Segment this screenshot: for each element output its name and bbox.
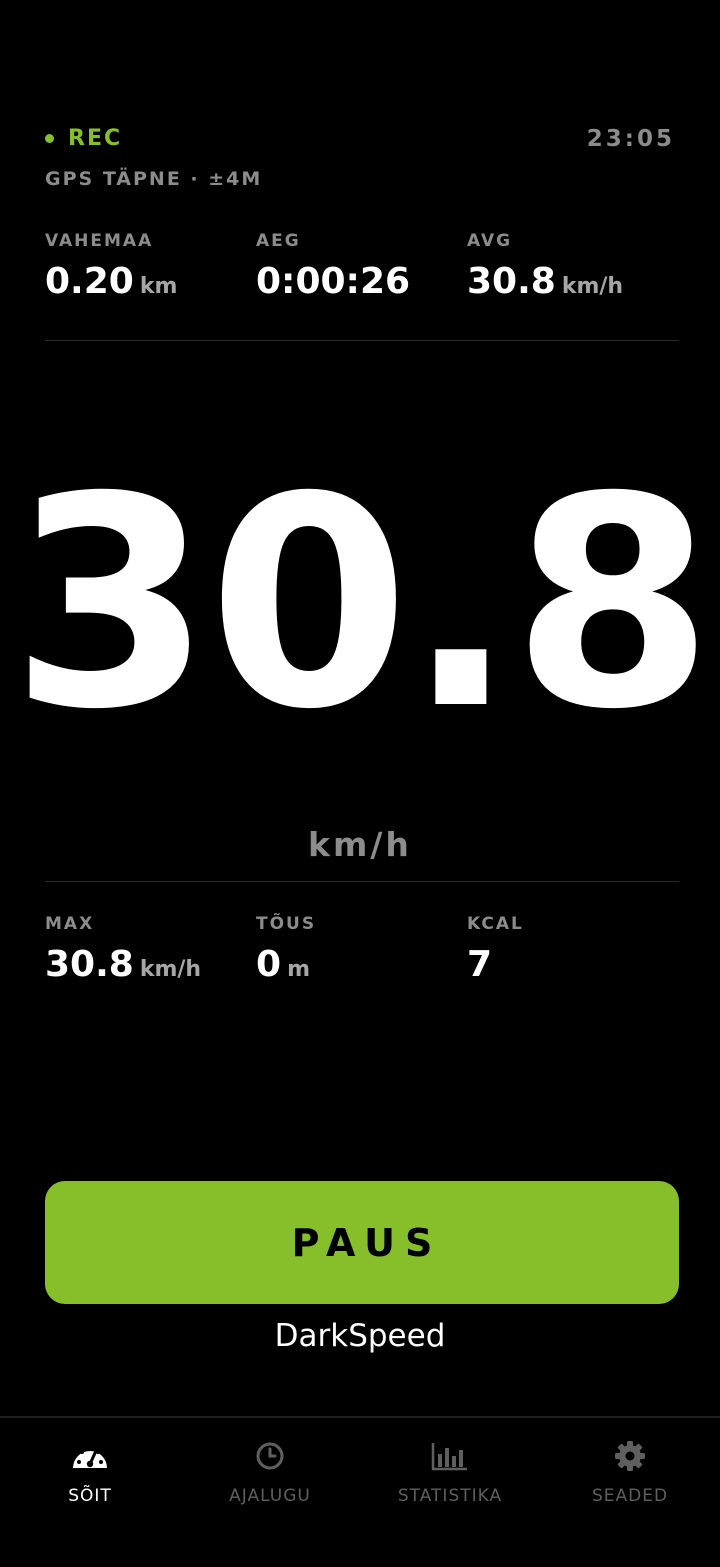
stat-label: AEG bbox=[256, 231, 301, 251]
speedometer-icon bbox=[70, 1438, 110, 1474]
pause-button-label: PAUS bbox=[291, 1220, 443, 1265]
stat-time: AEG 0:00:26 bbox=[256, 231, 467, 302]
stat-calories: KCAL 7 bbox=[467, 914, 678, 985]
stat-max: MAX 30.8 km/h bbox=[45, 914, 256, 985]
recording-indicator: REC bbox=[45, 126, 122, 151]
stat-label: KCAL bbox=[467, 914, 524, 934]
nav-item-settings[interactable]: SEADED bbox=[540, 1418, 720, 1567]
nav-item-ride[interactable]: SÕIT bbox=[0, 1418, 180, 1567]
top-stats: VAHEMAA 0.20 km AEG 0:00:26 AVG 30.8 km/h bbox=[45, 231, 679, 302]
gear-icon bbox=[610, 1438, 650, 1474]
stat-distance: VAHEMAA 0.20 km bbox=[45, 231, 256, 302]
divider bbox=[45, 340, 679, 341]
stat-unit: km bbox=[139, 274, 178, 299]
nav-item-history[interactable]: AJALUGU bbox=[180, 1418, 360, 1567]
status-row: REC 23:05 bbox=[45, 126, 675, 156]
pause-button[interactable]: PAUS bbox=[45, 1181, 679, 1304]
nav-label: AJALUGU bbox=[229, 1486, 311, 1506]
stat-label: MAX bbox=[45, 914, 95, 934]
nav-label: SÕIT bbox=[68, 1486, 112, 1506]
clock: 23:05 bbox=[586, 126, 675, 152]
bottom-nav: SÕIT AJALUGU STATISTIKA SEADED bbox=[0, 1416, 720, 1567]
stat-average: AVG 30.8 km/h bbox=[467, 231, 678, 302]
stat-label: TÕUS bbox=[256, 914, 317, 934]
stat-unit: km/h bbox=[139, 957, 202, 982]
nav-label: STATISTIKA bbox=[397, 1486, 503, 1506]
stat-value: 0:00:26 bbox=[256, 261, 411, 302]
current-speed: 30.8 bbox=[10, 436, 714, 773]
stat-value: 30.8 bbox=[45, 944, 134, 985]
stat-value: 0.20 bbox=[45, 261, 134, 302]
bar-chart-icon bbox=[430, 1438, 470, 1474]
stat-label: AVG bbox=[467, 231, 513, 251]
bottom-stats: MAX 30.8 km/h TÕUS 0m KCAL 7 bbox=[45, 914, 679, 985]
clock-icon bbox=[250, 1438, 290, 1474]
divider bbox=[45, 881, 679, 882]
stat-unit: m bbox=[287, 957, 310, 982]
stat-label: VAHEMAA bbox=[45, 231, 154, 251]
speed-unit: km/h bbox=[308, 825, 412, 864]
stat-elevation: TÕUS 0m bbox=[256, 914, 467, 985]
recording-dot-icon bbox=[45, 134, 54, 143]
stat-unit: km/h bbox=[561, 274, 624, 299]
stat-value: 30.8 bbox=[467, 261, 556, 302]
stat-value: 7 bbox=[467, 944, 493, 985]
gps-accuracy: GPS TÄPNE · ±4M bbox=[45, 168, 263, 190]
stat-value: 0 bbox=[256, 944, 282, 985]
recording-label: REC bbox=[68, 126, 123, 151]
brand-name: DarkSpeed bbox=[274, 1318, 446, 1354]
nav-label: SEADED bbox=[591, 1486, 669, 1506]
nav-item-statistics[interactable]: STATISTIKA bbox=[360, 1418, 540, 1567]
